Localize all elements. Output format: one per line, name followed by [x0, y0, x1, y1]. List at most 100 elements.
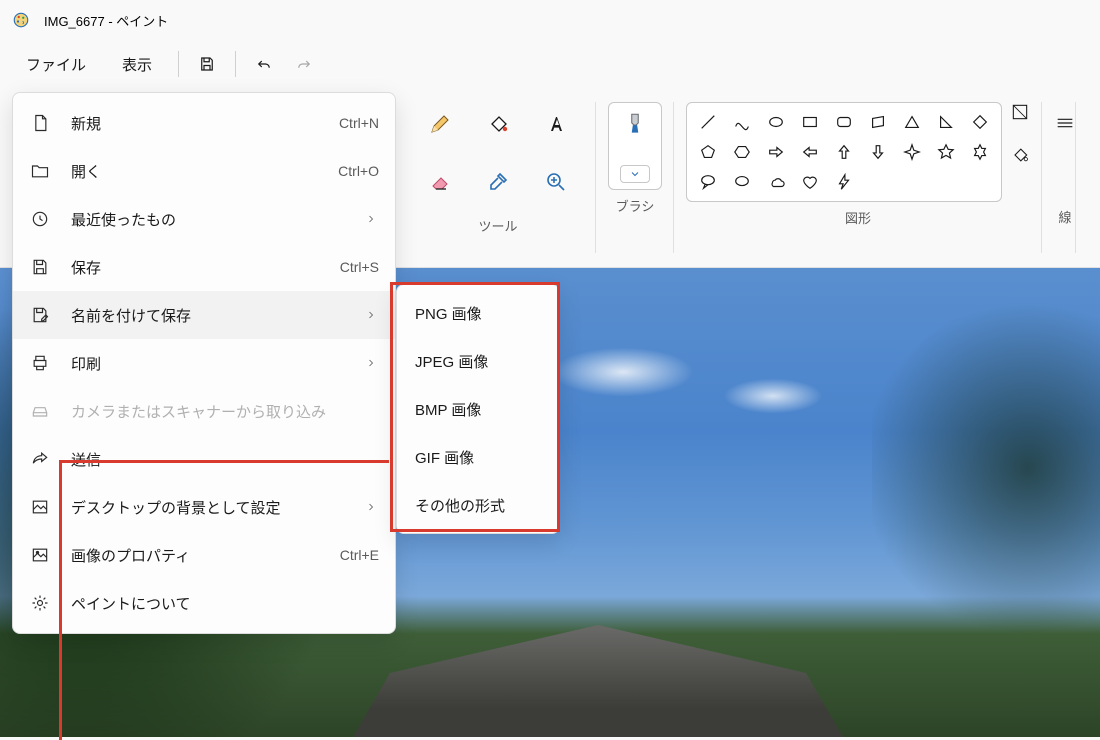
zoom-tool[interactable] [528, 154, 584, 210]
menu-label: 保存 [71, 257, 340, 278]
save-as-icon [29, 305, 51, 325]
clock-icon [29, 209, 51, 229]
file-menu-send[interactable]: 送信 [13, 435, 395, 483]
shape-triangle[interactable] [895, 107, 929, 137]
menu-accel: Ctrl+E [340, 547, 379, 563]
file-menu-recent[interactable]: 最近使ったもの [13, 195, 395, 243]
submenu-jpeg[interactable]: JPEG 画像 [397, 337, 559, 385]
ribbon-group-brush: ブラシ [596, 88, 674, 267]
menu-label: デスクトップの背景として設定 [71, 497, 363, 518]
shape-star5[interactable] [929, 137, 963, 167]
shape-callout-cloud[interactable] [759, 167, 793, 197]
submenu-label: PNG 画像 [415, 303, 482, 324]
menubar: ファイル 表示 [0, 40, 1100, 88]
file-menu-properties[interactable]: 画像のプロパティ Ctrl+E [13, 531, 395, 579]
chevron-right-icon [363, 357, 379, 369]
save-icon [29, 257, 51, 277]
menu-accel: Ctrl+S [340, 259, 379, 275]
fill-tool[interactable] [470, 96, 526, 152]
shapes-gallery[interactable] [686, 102, 1002, 202]
scanner-icon [29, 401, 51, 421]
properties-icon [29, 545, 51, 565]
chevron-right-icon [363, 213, 379, 225]
shape-pentagon[interactable] [691, 137, 725, 167]
highlight-connector [59, 460, 62, 740]
file-icon [29, 113, 51, 133]
file-menu-import: カメラまたはスキャナーから取り込み [13, 387, 395, 435]
folder-icon [29, 161, 51, 181]
save-as-submenu: PNG 画像 JPEG 画像 BMP 画像 GIF 画像 その他の形式 [396, 284, 560, 534]
menu-label: 印刷 [71, 353, 363, 374]
chevron-right-icon [363, 501, 379, 513]
shape-heart[interactable] [793, 167, 827, 197]
file-menu-wallpaper[interactable]: デスクトップの背景として設定 [13, 483, 395, 531]
submenu-gif[interactable]: GIF 画像 [397, 433, 559, 481]
menu-accel: Ctrl+O [338, 163, 379, 179]
file-menu-new[interactable]: 新規 Ctrl+N [13, 99, 395, 147]
pencil-tool[interactable] [412, 96, 468, 152]
file-menu-save-as[interactable]: 名前を付けて保存 [13, 291, 395, 339]
separator [178, 51, 179, 77]
shape-oval[interactable] [759, 107, 793, 137]
shape-star4[interactable] [895, 137, 929, 167]
shape-arrow-down[interactable] [861, 137, 895, 167]
brush-label: ブラシ [616, 196, 655, 215]
separator [235, 51, 236, 77]
chevron-right-icon [363, 309, 379, 321]
menu-view[interactable]: 表示 [104, 46, 170, 83]
shape-right-triangle[interactable] [929, 107, 963, 137]
menu-label: 開く [71, 161, 338, 182]
shape-callout-round[interactable] [691, 167, 725, 197]
highlight-connector [59, 460, 389, 463]
shape-outline-icon[interactable] [1010, 102, 1030, 127]
menu-label: 最近使ったもの [71, 209, 363, 230]
save-button[interactable] [187, 46, 227, 82]
shape-fill-icon[interactable] [1010, 145, 1030, 170]
menu-file[interactable]: ファイル [8, 46, 104, 83]
submenu-png[interactable]: PNG 画像 [397, 289, 559, 337]
shape-arrow-left[interactable] [793, 137, 827, 167]
redo-button[interactable] [284, 46, 324, 82]
shape-star6[interactable] [963, 137, 997, 167]
chevron-down-icon [620, 165, 650, 183]
shape-callout-oval[interactable] [725, 167, 759, 197]
gear-icon [29, 593, 51, 613]
ribbon-group-shapes: 図形 [674, 88, 1042, 267]
wallpaper-icon [29, 497, 51, 517]
brush-dropdown[interactable] [608, 102, 662, 190]
shape-roundrect[interactable] [827, 107, 861, 137]
shape-arrow-up[interactable] [827, 137, 861, 167]
submenu-label: BMP 画像 [415, 399, 481, 420]
file-menu-print[interactable]: 印刷 [13, 339, 395, 387]
line-label: 線 [1058, 207, 1071, 226]
menu-label: 新規 [71, 113, 339, 134]
ribbon-group-tools: ツール [400, 88, 596, 267]
titlebar: IMG_6677 - ペイント [0, 0, 1100, 40]
window-title: IMG_6677 - ペイント [44, 11, 168, 30]
picker-tool[interactable] [470, 154, 526, 210]
shape-lightning[interactable] [827, 167, 861, 197]
print-icon [29, 353, 51, 373]
submenu-label: JPEG 画像 [415, 351, 488, 372]
menu-label: 名前を付けて保存 [71, 305, 363, 326]
submenu-other[interactable]: その他の形式 [397, 481, 559, 529]
app-icon [12, 11, 30, 29]
file-menu-about[interactable]: ペイントについて [13, 579, 395, 627]
shape-hexagon[interactable] [725, 137, 759, 167]
undo-button[interactable] [244, 46, 284, 82]
shape-rect[interactable] [793, 107, 827, 137]
eraser-tool[interactable] [412, 154, 468, 210]
shape-curve[interactable] [725, 107, 759, 137]
line-icon[interactable] [1054, 112, 1076, 139]
shape-diamond[interactable] [963, 107, 997, 137]
shape-polygon[interactable] [861, 107, 895, 137]
submenu-label: その他の形式 [415, 495, 505, 516]
file-menu-save[interactable]: 保存 Ctrl+S [13, 243, 395, 291]
shape-arrow-right[interactable] [759, 137, 793, 167]
submenu-bmp[interactable]: BMP 画像 [397, 385, 559, 433]
file-menu: 新規 Ctrl+N 開く Ctrl+O 最近使ったもの 保存 Ctrl+S 名前… [12, 92, 396, 634]
menu-label: ペイントについて [71, 593, 379, 614]
file-menu-open[interactable]: 開く Ctrl+O [13, 147, 395, 195]
text-tool[interactable] [528, 96, 584, 152]
shape-line[interactable] [691, 107, 725, 137]
